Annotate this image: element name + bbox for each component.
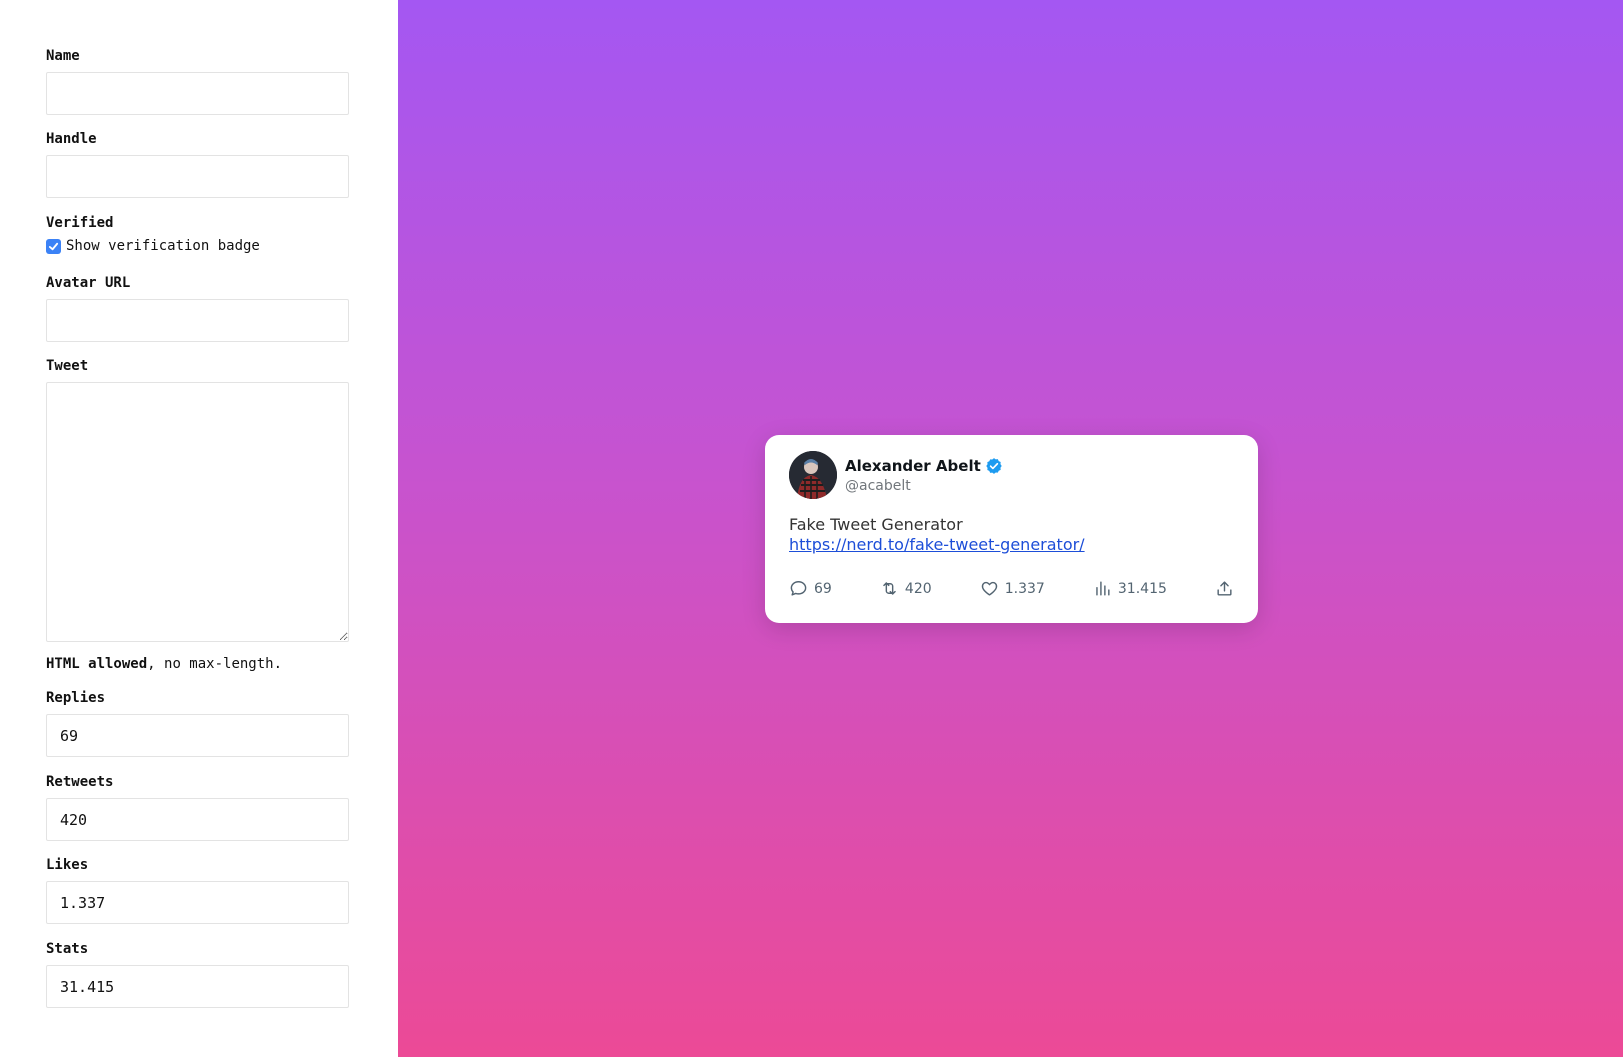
tweet-hint: HTML allowed, no max-length. (46, 656, 349, 672)
stats-input[interactable] (46, 965, 349, 1008)
reply-action[interactable]: 69 (789, 579, 832, 598)
like-icon (981, 581, 997, 596)
verified-checkbox-row[interactable]: Show verification badge (46, 238, 260, 254)
handle-label: Handle (46, 131, 97, 147)
reply-count: 69 (814, 580, 832, 597)
stats-label: Stats (46, 941, 89, 957)
stats-icon (1096, 581, 1110, 596)
like-count: 1.337 (1004, 580, 1045, 597)
reply-icon (790, 581, 807, 596)
name-input[interactable] (46, 72, 349, 115)
handle-input[interactable] (46, 155, 349, 198)
avatar-image (789, 451, 837, 499)
replies-label: Replies (46, 690, 106, 706)
tweet-textarea[interactable] (46, 382, 349, 642)
author-name: Alexander Abelt (845, 456, 981, 475)
likes-label: Likes (46, 857, 89, 873)
stats-field: Stats (46, 940, 349, 1008)
retweet-count: 420 (904, 580, 932, 597)
tweet-text: Fake Tweet Generator (789, 515, 963, 534)
tweet-link[interactable]: https://nerd.to/fake-tweet-generator/ (789, 535, 1085, 554)
tweet-body: Fake Tweet Generator https://nerd.to/fak… (789, 515, 1234, 555)
retweets-input[interactable] (46, 798, 349, 841)
tweet-field: Tweet HTML allowed, no max-length. (46, 357, 349, 672)
verified-badge-icon (986, 457, 1002, 474)
preview-stage: Alexander Abelt @acabelt Fake Tweet Gene… (398, 0, 1623, 1057)
editor-panel: Name Handle Verified Show verification b… (0, 0, 398, 1057)
verified-label: Verified (46, 215, 114, 231)
retweet-icon (883, 582, 896, 595)
avatar-url-input[interactable] (46, 299, 349, 342)
likes-input[interactable] (46, 881, 349, 924)
likes-field: Likes (46, 856, 349, 924)
handle-field: Handle (46, 130, 349, 198)
avatar-label: Avatar URL (46, 275, 131, 291)
replies-field: Replies (46, 689, 349, 757)
name-field: Name (46, 47, 349, 115)
hint-bold: HTML allowed (46, 656, 148, 672)
tweet-header: Alexander Abelt @acabelt (789, 451, 1234, 499)
verified-checkbox-label: Show verification badge (66, 238, 260, 254)
stats-action[interactable]: 31.415 (1093, 579, 1167, 598)
verified-checkbox[interactable] (46, 238, 61, 254)
tweet-actions: 69 420 1.337 31.415 (789, 579, 1234, 598)
retweet-action[interactable]: 420 (880, 579, 932, 598)
hint-rest: , no max-length. (147, 656, 283, 672)
replies-input[interactable] (46, 714, 349, 757)
check-icon (48, 242, 59, 250)
like-action[interactable]: 1.337 (980, 579, 1045, 598)
author-handle: @acabelt (845, 477, 911, 494)
tweet-label: Tweet (46, 358, 89, 374)
name-label: Name (46, 48, 80, 64)
verified-field: Verified Show verification badge (46, 214, 260, 254)
avatar-field: Avatar URL (46, 274, 349, 342)
share-action[interactable] (1215, 579, 1234, 598)
tweet-card: Alexander Abelt @acabelt Fake Tweet Gene… (765, 435, 1258, 623)
share-icon (1217, 581, 1232, 596)
retweets-field: Retweets (46, 773, 349, 841)
author-info: Alexander Abelt @acabelt (845, 457, 1003, 494)
name-row: Alexander Abelt (845, 457, 1003, 475)
avatar (789, 451, 837, 499)
retweets-label: Retweets (46, 774, 114, 790)
stats-count: 31.415 (1117, 580, 1167, 597)
